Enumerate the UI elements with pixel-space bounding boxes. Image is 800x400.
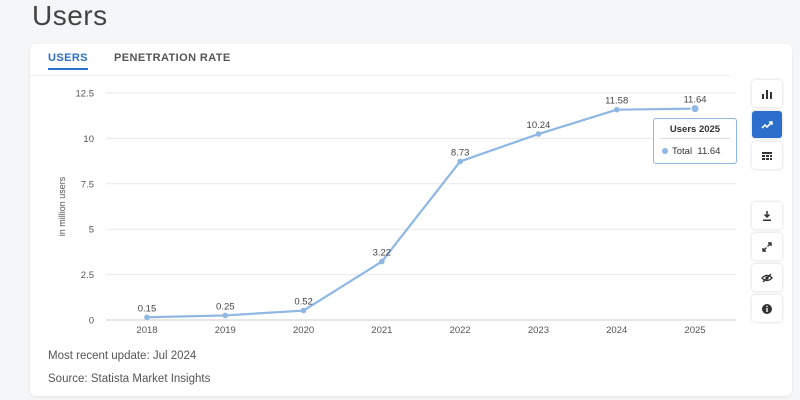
y-tick-label: 12.5 (76, 89, 95, 100)
hide-icon (761, 273, 773, 282)
line-chart-button[interactable] (752, 111, 782, 138)
data-point (222, 312, 229, 319)
tooltip-series-dot (662, 148, 668, 155)
series-line-total (146, 107, 696, 319)
data-label: 0.52 (294, 297, 313, 308)
bar-chart-icon (762, 89, 772, 99)
data-point (535, 131, 542, 137)
data-label: 8.73 (451, 147, 470, 158)
bar-chart-button[interactable] (752, 80, 782, 107)
hide-button[interactable] (752, 264, 782, 291)
y-tick-label: 10 (83, 134, 94, 145)
tooltip-title: Users 2025 (669, 124, 721, 135)
data-point (690, 104, 700, 114)
y-tick-label: 0 (89, 316, 94, 327)
data-point (379, 258, 385, 265)
x-tick-label: 2018 (136, 325, 157, 336)
info-button[interactable] (752, 295, 782, 322)
data-point (613, 106, 620, 113)
x-tick-label: 2023 (528, 325, 549, 336)
download-icon (763, 210, 771, 221)
download-button[interactable] (752, 202, 782, 229)
x-tick-label: 2019 (215, 325, 236, 336)
x-tick-label: 2021 (371, 325, 392, 336)
x-tick-label: 2022 (450, 325, 471, 336)
data-label: 0.25 (216, 301, 235, 312)
data-label: 10.24 (527, 120, 551, 131)
update-note: Most recent update: Jul 2024 (48, 350, 197, 362)
expand-icon (762, 241, 772, 252)
table-icon (762, 151, 772, 160)
x-tick-label: 2024 (606, 325, 627, 336)
data-point (144, 314, 150, 321)
tooltip-series-name: Total (672, 146, 693, 157)
y-axis-label: in million users (57, 176, 67, 236)
tooltip-divider (660, 138, 730, 139)
tooltip-row: Total 11.64 (662, 146, 720, 157)
page-title: Users (32, 0, 108, 31)
chart-tooltip: Users 2025 Total 11.64 (653, 118, 737, 164)
chart-card: USERS PENETRATION RATE 0 2.5 5 7.5 10 12.5 in … (30, 44, 792, 396)
data-label: 11.58 (605, 96, 628, 107)
y-tick-label: 7.5 (81, 179, 94, 190)
tooltip-value: 11.64 (697, 146, 721, 157)
data-label: 3.22 (373, 248, 392, 259)
data-point (300, 307, 307, 314)
data-point (457, 158, 463, 165)
y-tick-label: 2.5 (81, 270, 94, 281)
expand-button[interactable] (752, 233, 782, 260)
source-note: Source: Statista Market Insights (48, 373, 211, 385)
table-button[interactable] (752, 142, 782, 169)
line-chart-icon (761, 120, 773, 129)
x-tick-label: 2025 (684, 325, 705, 336)
x-tick-label: 2020 (293, 325, 314, 336)
line-chart: 0 2.5 5 7.5 10 12.5 in million users 2018 2019 20… (57, 89, 736, 336)
y-tick-label: 5 (89, 225, 94, 236)
info-icon (762, 303, 772, 314)
data-label: 11.64 (683, 95, 706, 106)
data-label: 0.15 (138, 303, 157, 314)
